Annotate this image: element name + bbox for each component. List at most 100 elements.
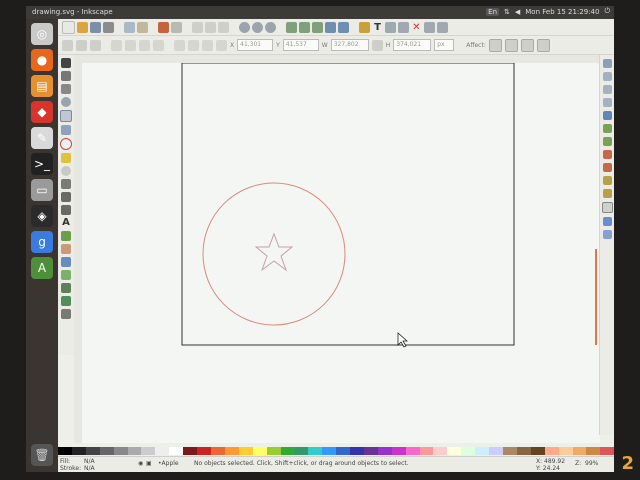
palette-swatch[interactable] <box>363 447 378 455</box>
trash-icon[interactable]: 🗑 <box>31 444 53 466</box>
eraser-tool-icon[interactable] <box>61 244 71 254</box>
zoom-tool-icon[interactable] <box>61 97 71 107</box>
palette-swatch[interactable] <box>71 447 86 455</box>
palette-swatch[interactable] <box>405 447 420 455</box>
palette-swatch[interactable] <box>141 447 156 455</box>
spray-tool-icon[interactable] <box>61 231 71 241</box>
save-icon[interactable] <box>90 21 101 33</box>
snap-grid-icon[interactable] <box>602 217 612 226</box>
raise-icon[interactable] <box>188 39 199 51</box>
palette-swatch[interactable] <box>419 447 434 455</box>
keyboard-indicator-icon[interactable]: En <box>486 7 499 16</box>
palette-swatch[interactable] <box>377 447 392 455</box>
inkscape-icon[interactable]: ◈ <box>31 205 53 227</box>
palette-swatch[interactable] <box>461 447 476 455</box>
lower-icon[interactable] <box>202 39 213 51</box>
star-tool-icon[interactable] <box>61 153 71 163</box>
tweak-tool-icon[interactable] <box>61 84 71 94</box>
gradient-tool-icon[interactable] <box>61 270 71 280</box>
import-icon[interactable] <box>124 21 135 33</box>
palette-swatch[interactable] <box>544 447 559 455</box>
lower-bottom-icon[interactable] <box>216 39 227 51</box>
unlink-clone-icon[interactable] <box>312 21 323 33</box>
flip-horizontal-icon[interactable] <box>139 39 150 51</box>
move-gradients-icon[interactable] <box>520 38 534 52</box>
zoom-field[interactable]: 99% <box>585 460 598 467</box>
palette-swatch[interactable] <box>58 447 72 455</box>
paste-icon[interactable] <box>218 21 229 33</box>
new-document-icon[interactable] <box>62 20 75 34</box>
select-all-icon[interactable] <box>62 39 73 51</box>
measure-tool-icon[interactable] <box>61 309 71 319</box>
palette-swatch[interactable] <box>99 447 114 455</box>
palette-swatch[interactable] <box>238 447 253 455</box>
palette-swatch[interactable] <box>516 447 531 455</box>
group-icon[interactable] <box>325 21 336 33</box>
palette-swatch[interactable] <box>183 447 198 455</box>
lock-icon[interactable]: ▣ <box>146 460 152 467</box>
duplicate-icon[interactable] <box>286 21 297 33</box>
align-distribute-icon[interactable] <box>398 21 409 33</box>
palette-swatch[interactable] <box>391 447 406 455</box>
snap-bbox-icon[interactable] <box>602 72 612 81</box>
pencil-tool-icon[interactable] <box>61 179 71 189</box>
snap-page-icon[interactable] <box>601 202 613 213</box>
scrollbar-thumb[interactable] <box>595 249 597 345</box>
stroke-value[interactable]: N/A <box>84 465 95 472</box>
software-center-icon[interactable]: A <box>31 257 53 279</box>
raise-top-icon[interactable] <box>174 39 185 51</box>
open-folder-icon[interactable] <box>77 21 88 33</box>
palette-swatch[interactable] <box>252 447 267 455</box>
box-3d-tool-icon[interactable] <box>61 125 71 135</box>
ungroup-icon[interactable] <box>338 21 349 33</box>
palette-swatch[interactable] <box>572 447 587 455</box>
rotate-cw-icon[interactable] <box>125 39 136 51</box>
lock-ratio-icon[interactable] <box>371 39 383 51</box>
scale-stroke-icon[interactable] <box>488 38 502 52</box>
ellipse-tool-icon[interactable] <box>60 138 72 150</box>
palette-swatch[interactable] <box>350 447 364 455</box>
firefox-icon[interactable]: ● <box>31 49 53 71</box>
zoom-selection-icon[interactable] <box>239 21 250 33</box>
spiral-tool-icon[interactable] <box>61 166 71 176</box>
palette-swatch[interactable] <box>530 447 545 455</box>
move-patterns-icon[interactable] <box>536 38 550 52</box>
selector-tool-icon[interactable] <box>61 58 71 68</box>
fill-stroke-icon[interactable] <box>359 21 370 33</box>
circle-shape[interactable] <box>202 182 346 326</box>
fill-value[interactable]: N/A <box>84 458 95 465</box>
text-font-icon[interactable]: T <box>372 22 383 33</box>
snap-centers-icon[interactable] <box>602 189 612 198</box>
snap-guides-icon[interactable] <box>602 230 612 239</box>
palette-swatch[interactable] <box>600 447 614 455</box>
text-editor-icon[interactable]: ✎ <box>31 127 53 149</box>
app-red-icon[interactable]: ◆ <box>31 101 53 123</box>
zoom-page-icon[interactable] <box>265 21 276 33</box>
redo-icon[interactable] <box>171 21 182 33</box>
palette-swatch[interactable] <box>210 447 225 455</box>
flip-vertical-icon[interactable] <box>153 39 164 51</box>
export-icon[interactable] <box>137 21 148 33</box>
palette-swatch[interactable] <box>489 447 503 455</box>
print-icon[interactable] <box>103 21 114 33</box>
snap-toggle-icon[interactable] <box>602 59 612 68</box>
volume-icon[interactable]: ◀ <box>515 8 520 16</box>
terminal-icon[interactable]: >_ <box>31 153 53 175</box>
copy-icon[interactable] <box>192 21 203 33</box>
clock[interactable]: Mon Feb 15 21:29:40 <box>525 8 599 16</box>
node-tool-icon[interactable] <box>61 71 71 81</box>
palette-swatch[interactable] <box>558 447 573 455</box>
undo-icon[interactable] <box>158 21 169 33</box>
palette-swatch[interactable] <box>433 447 448 455</box>
pen-tool-icon[interactable] <box>61 192 71 202</box>
xml-editor-icon[interactable] <box>385 21 396 33</box>
clone-icon[interactable] <box>299 21 310 33</box>
palette-swatch[interactable] <box>336 447 351 455</box>
snap-bbox-corner-icon[interactable] <box>602 98 612 107</box>
google-icon[interactable]: g <box>31 231 53 253</box>
palette-swatch[interactable] <box>280 447 295 455</box>
snap-nodes-icon[interactable] <box>602 111 612 120</box>
star-shape[interactable] <box>254 232 294 272</box>
snap-cusp-icon[interactable] <box>602 150 612 159</box>
files-icon[interactable]: ▤ <box>31 75 53 97</box>
